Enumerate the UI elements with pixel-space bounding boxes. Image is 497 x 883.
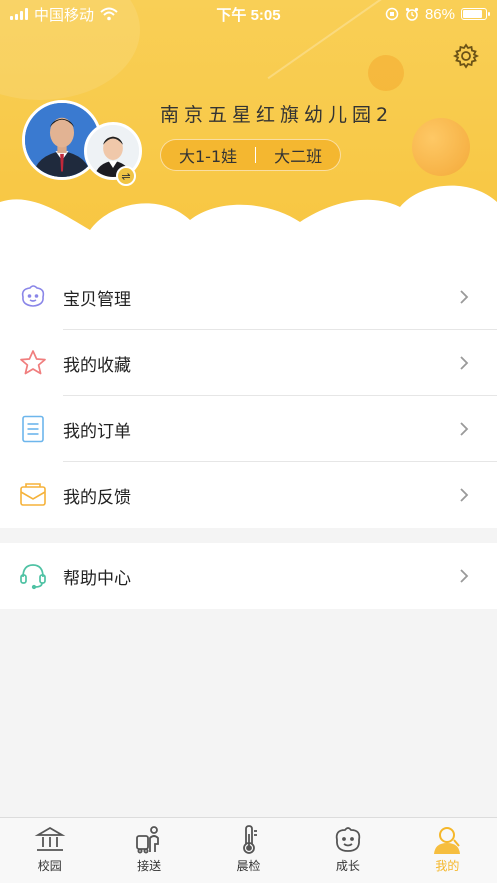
menu-item-label: 我的订单: [63, 421, 131, 442]
menu-list: 宝贝管理 我的收藏 我的订单 我的反馈: [0, 264, 497, 528]
pickup-icon: [136, 826, 160, 854]
status-bar: 中国移动 下午 5:05 86%: [0, 0, 497, 28]
menu-item-label: 宝贝管理: [63, 289, 131, 310]
thermometer-icon: [242, 825, 257, 854]
carrier-label: 中国移动: [34, 6, 95, 24]
pill-divider: [255, 147, 257, 163]
star-icon: [20, 350, 46, 375]
tab-label: 成长: [335, 859, 360, 873]
class-name: 大二班: [274, 147, 323, 166]
menu-item-feedback[interactable]: 我的反馈: [0, 462, 497, 528]
menu-item-favorites[interactable]: 我的收藏: [0, 330, 497, 396]
bottom-tab-bar: 校园 接送 晨检 成长 我的: [0, 817, 497, 883]
feedback-envelope-icon: [20, 483, 46, 506]
menu-item-baby-management[interactable]: 宝贝管理: [0, 264, 497, 330]
child-name: 大1-1娃: [179, 147, 238, 166]
alarm-icon: [405, 7, 419, 21]
menu-item-orders[interactable]: 我的订单: [0, 396, 497, 462]
header-decoration: [368, 55, 404, 91]
headset-icon: [20, 564, 46, 590]
tab-label: 接送: [137, 859, 162, 873]
order-list-icon: [22, 415, 44, 443]
battery-percent: 86%: [424, 5, 455, 23]
chevron-right-icon: [460, 422, 469, 436]
tab-growth[interactable]: 成长: [298, 818, 397, 883]
chevron-right-icon: [460, 569, 469, 583]
class-pill[interactable]: 大1-1娃 大二班: [160, 139, 342, 171]
tab-label: 晨检: [236, 859, 261, 873]
battery-icon: [461, 8, 490, 20]
tab-label: 校园: [37, 859, 62, 873]
settings-gear-icon[interactable]: [452, 42, 480, 70]
header-decoration: [412, 118, 470, 176]
campus-icon: [34, 826, 66, 851]
baby-icon: [21, 285, 45, 307]
help-menu: 帮助中心: [0, 543, 497, 609]
tab-label: 我的: [435, 859, 460, 873]
cloud-decoration: [0, 185, 497, 270]
menu-item-label: 我的反馈: [63, 487, 131, 508]
switch-child-icon[interactable]: ⇌: [116, 166, 136, 186]
chevron-right-icon: [460, 356, 469, 370]
chevron-right-icon: [460, 488, 469, 502]
orientation-lock-icon: [385, 7, 399, 21]
tab-pickup[interactable]: 接送: [99, 818, 198, 883]
tab-campus[interactable]: 校园: [0, 818, 99, 883]
chevron-right-icon: [460, 290, 469, 304]
profile-icon: [434, 827, 461, 854]
tab-morning-check[interactable]: 晨检: [199, 818, 298, 883]
menu-item-label: 我的收藏: [63, 355, 131, 376]
menu-item-help-center[interactable]: 帮助中心: [0, 543, 497, 609]
wifi-icon: [100, 7, 118, 21]
menu-item-label: 帮助中心: [63, 568, 131, 589]
school-name: 南京五星红旗幼儿园2: [160, 104, 394, 126]
clock: 下午 5:05: [216, 6, 281, 24]
signal-icon: [10, 8, 28, 20]
growth-face-icon: [335, 827, 361, 852]
tab-mine[interactable]: 我的: [398, 818, 497, 883]
